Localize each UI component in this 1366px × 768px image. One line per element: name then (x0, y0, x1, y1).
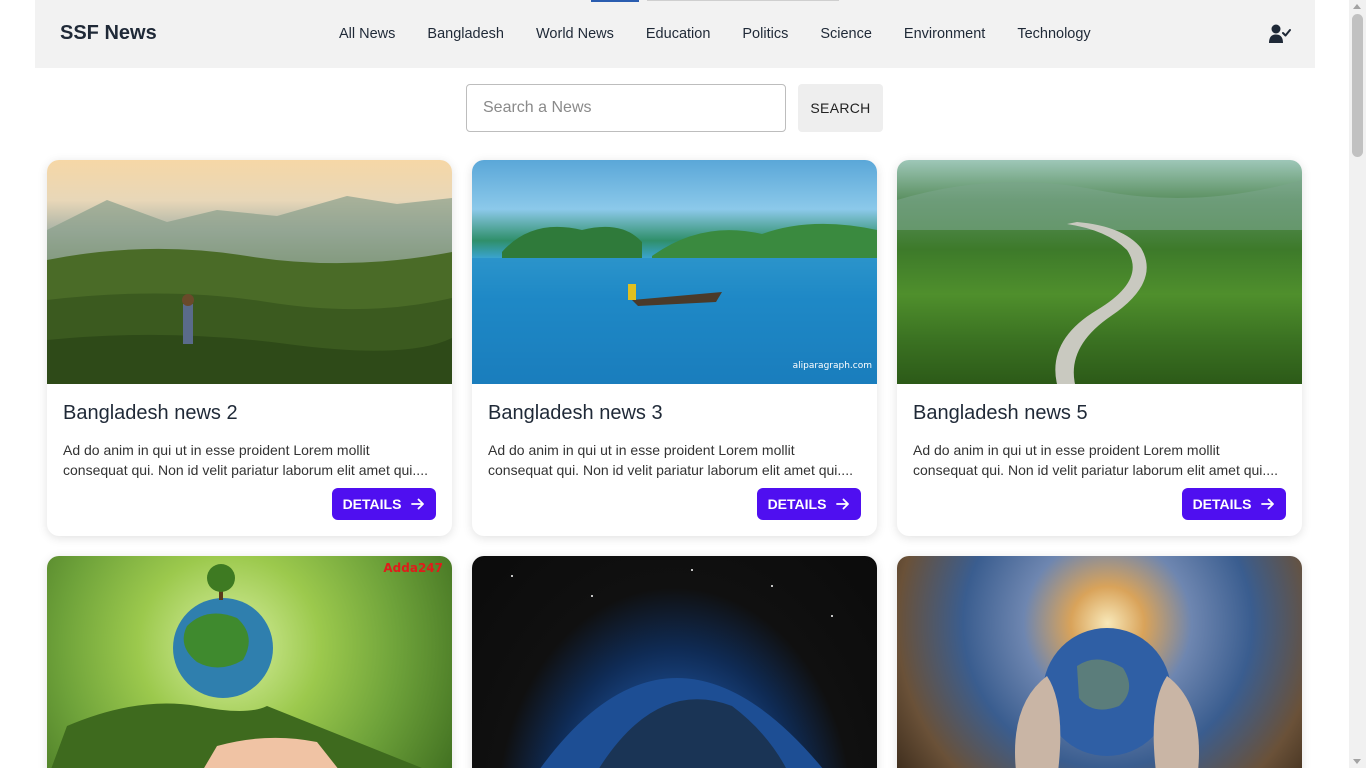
nav-link-technology[interactable]: Technology (1001, 26, 1106, 42)
card-title: Bangladesh news 3 (488, 402, 663, 424)
news-card (897, 556, 1302, 768)
nav-link-education[interactable]: Education (630, 26, 727, 42)
arrow-right-icon (411, 498, 425, 510)
details-button-label: DETAILS (767, 496, 827, 512)
arrow-right-icon (836, 498, 850, 510)
news-image-earth-night[interactable] (472, 556, 877, 768)
news-card: Bangladesh news 2 Ad do anim in qui ut i… (47, 160, 452, 536)
navbar: SSF News All News Bangladesh World News … (35, 0, 1315, 68)
news-image-earth-in-hands[interactable] (897, 556, 1302, 768)
page-scrollbar[interactable] (1349, 0, 1366, 768)
news-image-lake-boat[interactable]: aliparagraph.com (472, 160, 877, 384)
details-button-label: DETAILS (1192, 496, 1252, 512)
news-card: Adda247 (47, 556, 452, 768)
news-card (472, 556, 877, 768)
news-card: aliparagraph.com Bangladesh news 3 Ad do… (472, 160, 877, 536)
card-title: Bangladesh news 2 (63, 402, 238, 424)
nav-link-world-news[interactable]: World News (520, 26, 630, 42)
brand-logo[interactable]: SSF News (60, 22, 157, 45)
news-image-green-globe[interactable]: Adda247 (47, 556, 452, 768)
news-image-hill-road[interactable] (897, 160, 1302, 384)
lake-image-watermark: aliparagraph.com (793, 361, 872, 371)
nav-link-politics[interactable]: Politics (726, 26, 804, 42)
card-title: Bangladesh news 5 (913, 402, 1088, 424)
card-description: Ad do anim in qui ut in esse proident Lo… (488, 442, 853, 478)
news-image-tea-garden[interactable] (47, 160, 452, 384)
details-button[interactable]: DETAILS (332, 488, 436, 520)
search-button[interactable]: SEARCH (798, 84, 883, 132)
card-description: Ad do anim in qui ut in esse proident Lo… (63, 442, 428, 478)
arrow-right-icon (1261, 498, 1275, 510)
news-card: Bangladesh news 5 Ad do anim in qui ut i… (897, 160, 1302, 536)
nav-link-science[interactable]: Science (804, 26, 888, 42)
search-input[interactable] (466, 84, 786, 132)
scrollbar-thumb[interactable] (1352, 14, 1363, 157)
scroll-down-arrow-icon[interactable] (1353, 759, 1361, 764)
details-button-label: DETAILS (342, 496, 402, 512)
nav-link-bangladesh[interactable]: Bangladesh (411, 26, 520, 42)
card-description: Ad do anim in qui ut in esse proident Lo… (913, 442, 1278, 478)
green-globe-image-watermark: Adda247 (383, 561, 443, 575)
scroll-up-arrow-icon[interactable] (1353, 4, 1361, 9)
user-check-icon[interactable] (1269, 24, 1291, 44)
nav-link-environment[interactable]: Environment (888, 26, 1001, 42)
details-button[interactable]: DETAILS (1182, 488, 1286, 520)
nav-link-all-news[interactable]: All News (323, 26, 411, 42)
nav-links: All News Bangladesh World News Education… (323, 0, 1107, 68)
details-button[interactable]: DETAILS (757, 488, 861, 520)
